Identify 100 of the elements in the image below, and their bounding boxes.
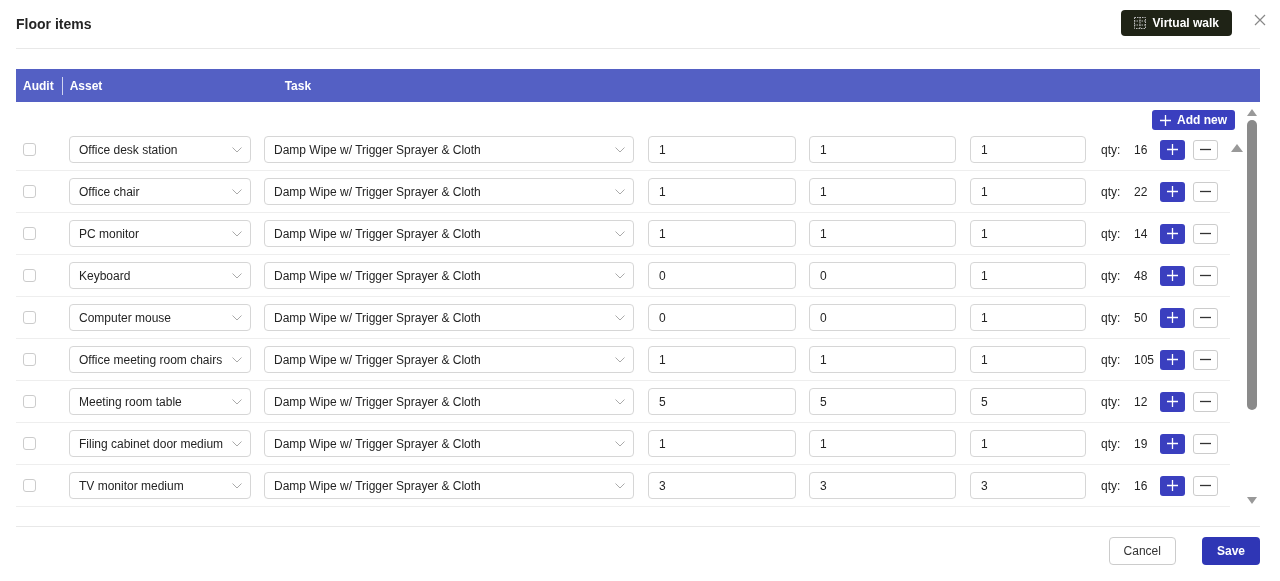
qty-label: qty: (1101, 184, 1122, 199)
audit-checkbox[interactable] (23, 227, 36, 240)
task-dropdown[interactable]: Damp Wipe w/ Trigger Sprayer & Cloth (264, 430, 634, 457)
chevron-down-icon (615, 188, 625, 195)
decrement-button[interactable] (1193, 307, 1218, 328)
column-header: Asset (68, 78, 104, 93)
decrement-button[interactable] (1193, 391, 1218, 412)
increment-button[interactable] (1160, 307, 1185, 328)
scrollbar-thumb[interactable] (1247, 120, 1257, 410)
audit-checkbox[interactable] (23, 353, 36, 366)
input-field[interactable]: 5 (648, 388, 796, 415)
task-dropdown[interactable]: Damp Wipe w/ Trigger Sprayer & Cloth (264, 262, 634, 289)
task-dropdown[interactable]: Damp Wipe w/ Trigger Sprayer & Cloth (264, 346, 634, 373)
audit-checkbox[interactable] (23, 269, 36, 282)
asset-dropdown[interactable]: PC monitor (69, 220, 251, 247)
task-dropdown[interactable]: Damp Wipe w/ Trigger Sprayer & Cloth (264, 220, 634, 247)
increment-button[interactable] (1160, 391, 1185, 412)
plus-icon (1167, 438, 1178, 449)
scroll-up-icon[interactable] (1247, 109, 1257, 116)
chevron-down-icon (615, 230, 625, 237)
input-field[interactable]: 0 (648, 262, 796, 289)
input-field[interactable]: 5 (809, 388, 956, 415)
increment-button[interactable] (1160, 475, 1185, 496)
input-field[interactable]: 1 (648, 178, 796, 205)
task-dropdown[interactable]: Damp Wipe w/ Trigger Sprayer & Cloth (264, 178, 634, 205)
qty-label: qty: (1101, 352, 1122, 367)
input-field[interactable]: 3 (809, 472, 956, 499)
input-field[interactable]: 1 (970, 136, 1086, 163)
task-dropdown[interactable]: Damp Wipe w/ Trigger Sprayer & Cloth (264, 388, 634, 415)
input-field[interactable]: 1 (809, 220, 956, 247)
asset-dropdown[interactable]: TV monitor medium (69, 472, 251, 499)
qty-value: 16 (1134, 142, 1149, 157)
increment-button[interactable] (1160, 139, 1185, 160)
save-button[interactable]: Save (1201, 537, 1260, 565)
task-dropdown[interactable]: Damp Wipe w/ Trigger Sprayer & Cloth (264, 136, 634, 163)
input-field[interactable]: 1 (970, 346, 1086, 373)
decrement-button[interactable] (1193, 433, 1218, 454)
input-field[interactable]: 5 (970, 388, 1086, 415)
audit-checkbox[interactable] (23, 311, 36, 324)
input-field[interactable]: 0 (809, 304, 956, 331)
scroll-up-icon[interactable] (1231, 144, 1243, 152)
asset-dropdown[interactable]: Computer mouse (69, 304, 251, 331)
input-field[interactable]: 1 (648, 346, 796, 373)
asset-dropdown[interactable]: Meeting room table (69, 388, 251, 415)
input-field[interactable]: 1 (648, 430, 796, 457)
increment-button[interactable] (1160, 349, 1185, 370)
asset-dropdown[interactable]: Office desk station (69, 136, 251, 163)
chevron-down-icon (615, 356, 625, 363)
input-field[interactable]: 1 (970, 220, 1086, 247)
audit-checkbox[interactable] (23, 479, 36, 492)
plus-icon (1167, 354, 1178, 365)
audit-checkbox[interactable] (23, 143, 36, 156)
input-field[interactable]: 1 (970, 430, 1086, 457)
input-field[interactable]: 1 (809, 430, 956, 457)
plus-icon (1167, 312, 1178, 323)
increment-button[interactable] (1160, 181, 1185, 202)
increment-button[interactable] (1160, 223, 1185, 244)
scroll-down-icon[interactable] (1247, 497, 1257, 504)
input-field[interactable]: 1 (809, 136, 956, 163)
task-dropdown[interactable]: Damp Wipe w/ Trigger Sprayer & Cloth (264, 472, 634, 499)
qty-label: qty: (1101, 268, 1122, 283)
decrement-button[interactable] (1193, 265, 1218, 286)
decrement-button[interactable] (1193, 181, 1218, 202)
input-field[interactable]: 0 (809, 262, 956, 289)
column-header: Audit (16, 76, 63, 95)
qty-value: 16 (1134, 478, 1149, 493)
asset-dropdown[interactable]: Filing cabinet door medium (69, 430, 251, 457)
virtual-walk-button[interactable]: Virtual walk (1120, 9, 1232, 36)
asset-dropdown[interactable]: Office meeting room chairs (69, 346, 251, 373)
audit-checkbox[interactable] (23, 185, 36, 198)
audit-checkbox[interactable] (23, 395, 36, 408)
cancel-button[interactable]: Cancel (1108, 537, 1176, 565)
input-field[interactable]: 1 (970, 178, 1086, 205)
decrement-button[interactable] (1193, 475, 1218, 496)
input-field[interactable]: 0 (648, 304, 796, 331)
qty-label: qty: (1101, 226, 1122, 241)
decrement-button[interactable] (1193, 139, 1218, 160)
input-field[interactable]: 3 (970, 472, 1086, 499)
decrement-button[interactable] (1193, 349, 1218, 370)
add-new-button[interactable]: Add new (1152, 110, 1235, 130)
plus-icon (1160, 114, 1171, 126)
chevron-down-icon (232, 440, 242, 447)
increment-button[interactable] (1160, 265, 1185, 286)
increment-button[interactable] (1160, 433, 1185, 454)
task-dropdown[interactable]: Damp Wipe w/ Trigger Sprayer & Cloth (264, 304, 634, 331)
input-field[interactable]: 1 (970, 304, 1086, 331)
qty-value: 19 (1134, 436, 1149, 451)
input-field[interactable]: 3 (648, 472, 796, 499)
close-icon[interactable] (1254, 14, 1266, 26)
input-field[interactable]: 1 (648, 136, 796, 163)
asset-dropdown[interactable]: Keyboard (69, 262, 251, 289)
plus-icon (1167, 186, 1178, 197)
asset-dropdown[interactable]: Office chair (69, 178, 251, 205)
input-field[interactable]: 1 (809, 178, 956, 205)
decrement-button[interactable] (1193, 223, 1218, 244)
input-field[interactable]: 1 (970, 262, 1086, 289)
input-field[interactable]: 1 (809, 346, 956, 373)
qty-label: qty: (1101, 478, 1122, 493)
input-field[interactable]: 1 (648, 220, 796, 247)
audit-checkbox[interactable] (23, 437, 36, 450)
